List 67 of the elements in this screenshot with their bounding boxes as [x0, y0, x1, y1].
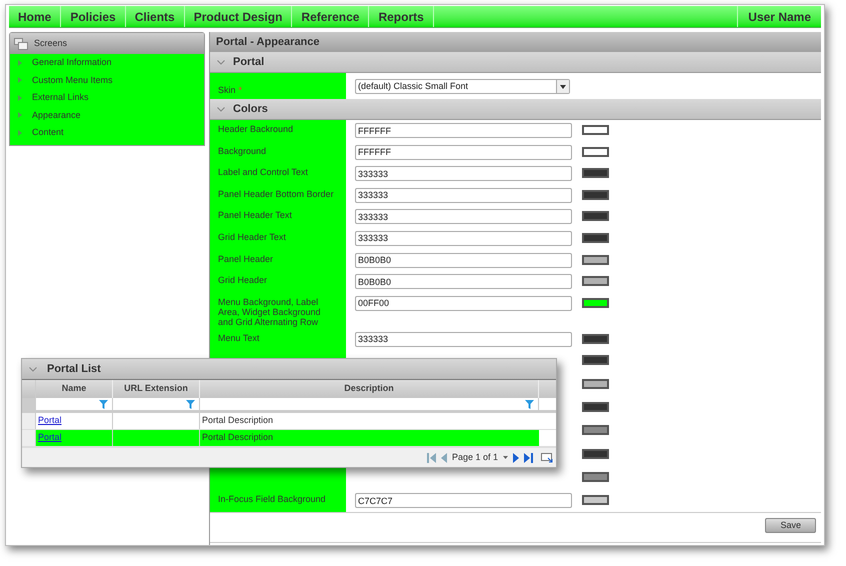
field-label: Label and Control Text [218, 167, 309, 178]
nav-tab[interactable]: Reference [292, 6, 370, 27]
field-label: Grid Header [218, 275, 268, 286]
caret-icon [503, 456, 508, 459]
menu-link[interactable]: Content [32, 126, 64, 140]
color-field[interactable]: 333333 [355, 188, 572, 203]
page-indicator[interactable]: Page 1 of 1 [452, 450, 498, 464]
table-cell-text: Portal Description [202, 431, 274, 444]
nav-tab[interactable]: Clients [126, 6, 185, 27]
skin-dropdown[interactable]: (default) Classic Small Font [355, 79, 570, 94]
menu-link[interactable]: External Links [32, 91, 89, 104]
color-field[interactable]: FFFFFF [355, 123, 572, 138]
section-title: Colors [233, 102, 268, 117]
caret-icon [18, 77, 22, 84]
row-selector[interactable] [22, 413, 36, 429]
field-label: Header Backround [218, 124, 294, 134]
nav-tab[interactable]: Product Design [184, 6, 292, 27]
field-label: Menu Text [218, 332, 260, 343]
portal-link[interactable]: Portal [38, 414, 62, 428]
first-page-icon [426, 452, 436, 462]
user-menu[interactable]: User Name [737, 6, 821, 27]
chevron-icon [29, 366, 37, 372]
panel-title: Portal List [47, 362, 101, 377]
nav-tab[interactable]: Reports [369, 6, 434, 27]
color-field[interactable]: 00FF00 [355, 296, 572, 311]
color-field[interactable]: 333333 [355, 166, 572, 182]
color-field[interactable]: B0B0B0 [355, 252, 572, 268]
field-label: Panel Header [218, 254, 274, 264]
windows-icon [14, 38, 28, 50]
row-selector[interactable] [22, 430, 36, 446]
caret-icon [18, 130, 22, 136]
menu-link[interactable]: General Information [32, 56, 112, 70]
menu-link[interactable]: Appearance [32, 108, 81, 122]
field-label: Skin [218, 85, 236, 95]
caret-icon [560, 84, 566, 88]
caret-icon [18, 94, 22, 101]
save-button[interactable]: Save [765, 518, 816, 533]
color-field[interactable]: 333333 [355, 332, 572, 347]
menu-link[interactable]: Custom Menu Items [32, 74, 113, 87]
field-label: Grid Header Text [218, 232, 287, 242]
field-label: In-Focus Field Background [218, 494, 327, 504]
field-label: Background [218, 146, 268, 156]
last-page-icon [524, 452, 533, 462]
section-title: Portal [233, 54, 264, 70]
color-field[interactable]: B0B0B0 [355, 274, 572, 290]
field-label: Panel Header Bottom Border [218, 188, 335, 199]
color-field[interactable]: FFFFFF [355, 144, 572, 160]
caret-icon [18, 60, 22, 66]
chevron-icon [217, 60, 225, 64]
required-mark: * [238, 85, 242, 95]
color-field[interactable]: C7C7C7 [355, 493, 572, 508]
table-cell-text: Portal Description [202, 414, 274, 428]
portal-link[interactable]: Portal [38, 431, 62, 445]
previous-page-icon [440, 452, 447, 462]
table-row[interactable]: Portal Portal Description [36, 430, 539, 446]
caret-icon [18, 112, 22, 118]
panel-title: Screens [34, 36, 68, 50]
nav-tab[interactable]: Policies [61, 6, 126, 27]
field-label: Panel Header Text [218, 210, 293, 220]
color-field[interactable]: 333333 [355, 209, 572, 224]
next-page-icon [513, 452, 519, 462]
field-label: Menu Background, Label Area, Widget Background and Grid Alternating Row [218, 296, 322, 327]
chevron-icon [217, 106, 225, 112]
export-icon [541, 452, 553, 462]
nav-tab[interactable]: Home [9, 6, 62, 27]
panel-title: Portal - Appearance [210, 32, 821, 52]
color-field[interactable]: 333333 [355, 230, 572, 246]
